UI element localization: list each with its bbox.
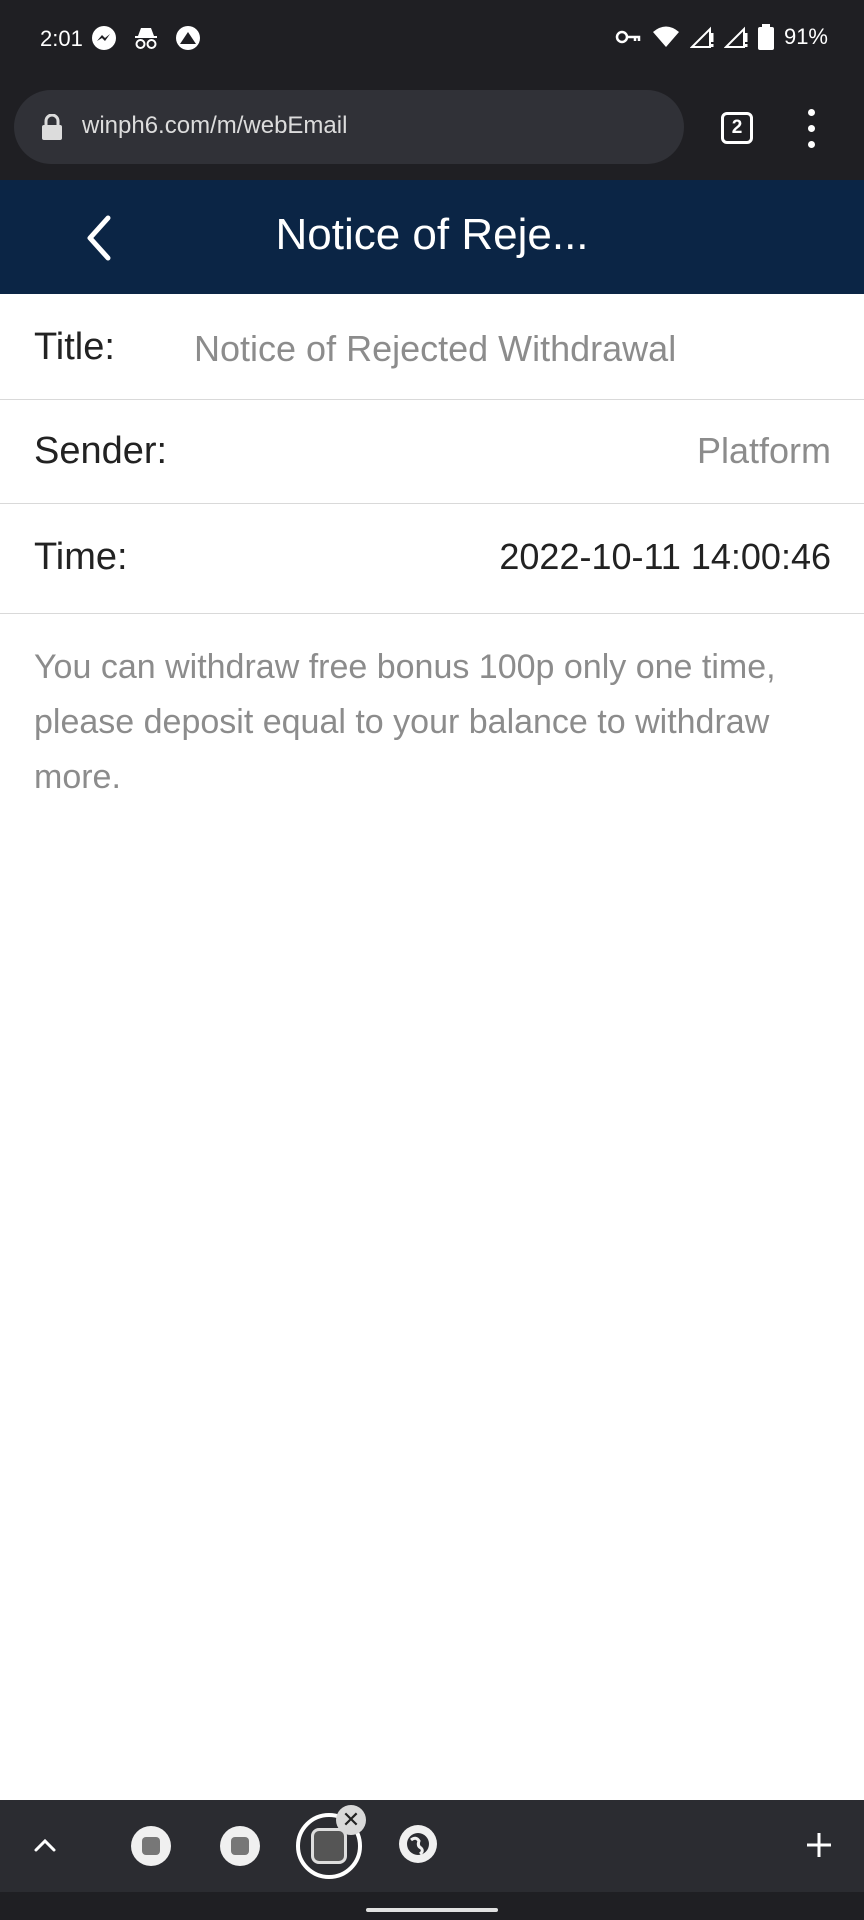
key-icon <box>615 30 641 44</box>
back-arrow-icon[interactable] <box>78 210 122 266</box>
time-label: Time: <box>34 536 128 578</box>
home-gesture-handle[interactable] <box>366 1908 498 1912</box>
globe-icon[interactable] <box>398 1824 438 1864</box>
menu-dot-icon <box>808 125 815 132</box>
url-text: winph6.com/m/webEmail <box>82 112 348 139</box>
overflow-menu-button[interactable] <box>798 107 826 151</box>
page-header: Notice of Reje... <box>0 180 864 294</box>
site-favicon-icon <box>142 1837 160 1855</box>
chevron-up-icon[interactable] <box>30 1830 60 1860</box>
sender-row: Sender: Platform <box>0 400 864 504</box>
browser-toolbar: winph6.com/m/webEmail 2 <box>0 80 864 180</box>
messenger-icon <box>92 26 116 50</box>
gesture-nav-bar <box>0 1892 864 1920</box>
screen: 2:01 91% winph6.com/m/webEmail 2 Notice … <box>0 0 864 1920</box>
lock-icon <box>42 114 62 140</box>
title-value: Notice of Rejected Withdrawal <box>194 328 677 369</box>
signal-icon <box>689 26 714 48</box>
time-row: Time: 2022-10-11 14:00:46 <box>0 504 864 614</box>
menu-dot-icon <box>808 141 815 148</box>
notification-icons <box>90 24 202 52</box>
battery-percent: 91% <box>783 24 828 49</box>
site-favicon-icon <box>231 1837 249 1855</box>
status-bar: 2:01 91% <box>0 0 864 80</box>
battery-icon <box>757 24 774 50</box>
tab-thumbnail[interactable] <box>131 1826 171 1866</box>
tab-switcher-button[interactable]: 2 <box>721 112 753 144</box>
status-time: 2:01 <box>40 26 83 51</box>
vpn-shield-icon <box>176 26 200 50</box>
system-icons: 91% <box>614 24 828 50</box>
signal-icon <box>723 26 748 48</box>
menu-dot-icon <box>808 109 815 116</box>
tab-thumbnail[interactable] <box>220 1826 260 1866</box>
tab-strip: ✕ <box>0 1800 864 1892</box>
close-tab-button[interactable]: ✕ <box>336 1805 366 1835</box>
new-tab-plus-icon[interactable] <box>804 1830 834 1860</box>
title-row: Title: Notice of Rejected Withdrawal <box>0 294 864 400</box>
page-title: Notice of Reje... <box>275 210 589 259</box>
time-value: 2022-10-11 14:00:46 <box>499 536 831 577</box>
message-body: You can withdraw free bonus 100p only on… <box>34 648 776 796</box>
sender-label: Sender: <box>34 430 168 472</box>
sender-value: Platform <box>696 430 831 471</box>
address-bar[interactable]: winph6.com/m/webEmail <box>14 90 684 164</box>
title-label: Title: <box>34 326 115 368</box>
wifi-icon <box>652 26 679 47</box>
incognito-icon <box>135 28 157 49</box>
site-favicon-icon <box>311 1828 347 1864</box>
